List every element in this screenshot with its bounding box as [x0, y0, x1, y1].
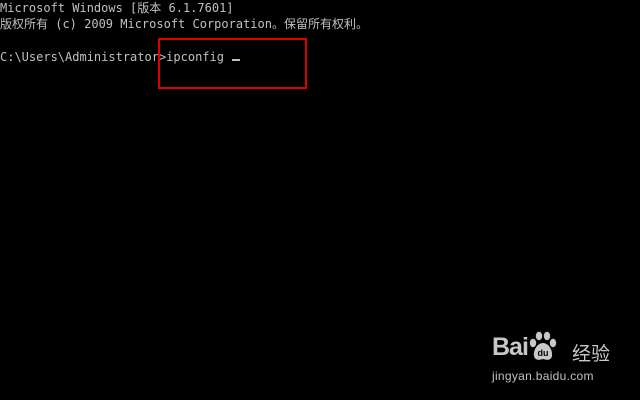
svg-text:du: du	[538, 348, 549, 358]
console-window[interactable]: Microsoft Windows [版本 6.1.7601] 版权所有 (c)…	[0, 0, 640, 400]
watermark-url: jingyan.baidu.com	[492, 369, 594, 383]
watermark-jingyan: 经验	[572, 343, 611, 365]
console-prompt: C:\Users\Administrator>	[0, 50, 167, 64]
watermark-brand: Bai	[492, 333, 529, 361]
baidu-jingyan-watermark: Bai du 经验 jingyan.baidu.com	[492, 331, 622, 387]
highlight-box	[158, 38, 307, 89]
paw-icon: du	[529, 331, 557, 360]
console-line-copyright: 版权所有 (c) 2009 Microsoft Corporation。保留所有…	[0, 17, 368, 31]
console-line-version: Microsoft Windows [版本 6.1.7601]	[0, 1, 234, 15]
